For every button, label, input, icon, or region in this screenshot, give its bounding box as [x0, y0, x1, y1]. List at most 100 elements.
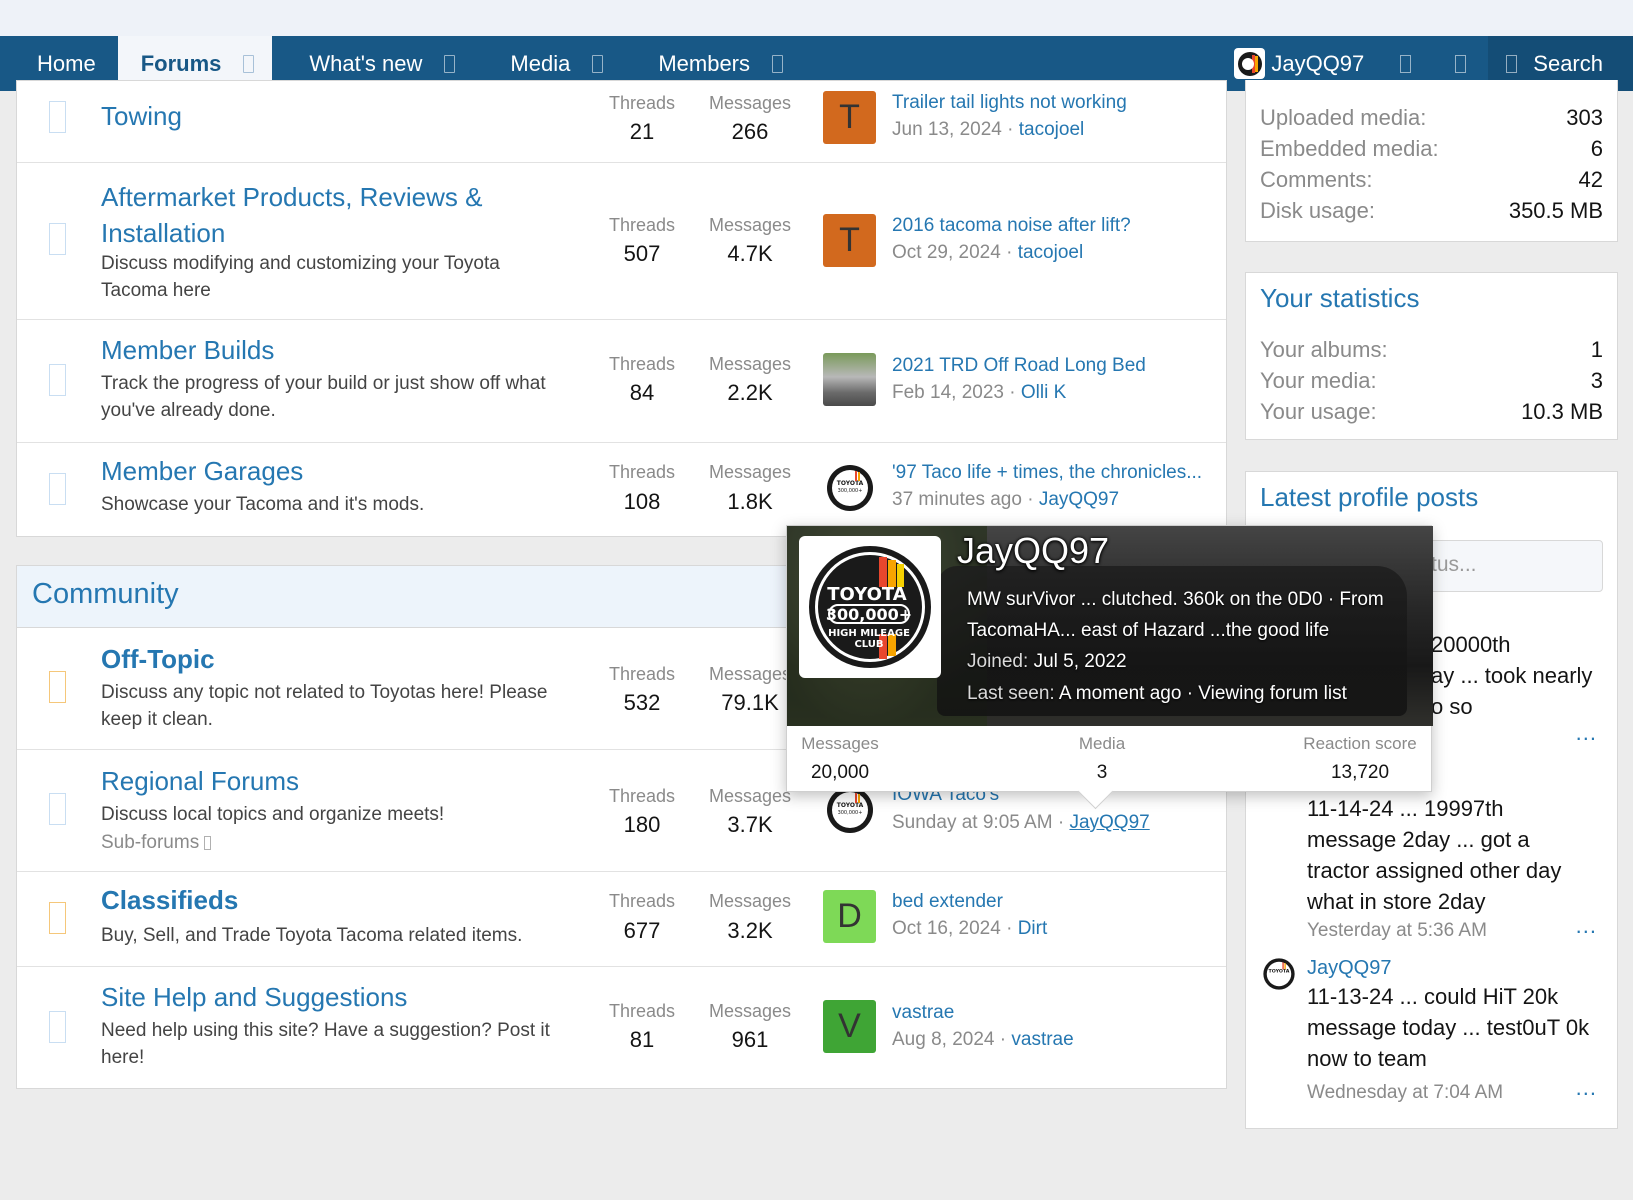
profile-post-line: 20000th: [1431, 632, 1511, 657]
last-post-user[interactable]: Dirt: [1018, 918, 1048, 939]
profile-post-date[interactable]: Wednesday at 7:04 AM: [1307, 1082, 1503, 1104]
forum-title[interactable]: Regional Forums: [101, 763, 299, 799]
threads-count: 84: [629, 380, 655, 405]
badge-text: CLUB: [854, 639, 883, 650]
dropdown-icon[interactable]: [444, 54, 456, 73]
forum-read-icon: [49, 793, 66, 825]
subforums-label: Sub-forums: [101, 832, 200, 853]
forum-node-classifieds: Classifieds Buy, Sell, and Trade Toyota …: [17, 872, 1226, 967]
member-name[interactable]: JayQQ97: [957, 530, 1109, 572]
forum-title[interactable]: Site Help and Suggestions: [101, 979, 407, 1015]
member-stat-reactions[interactable]: Reaction score 13,720: [1295, 734, 1425, 784]
profile-post-date[interactable]: Yesterday at 5:36 AM: [1307, 920, 1487, 942]
forum-title[interactable]: Aftermarket Products, Reviews & Installat…: [101, 179, 482, 251]
member-joined: Joined: Jul 5, 2022: [967, 651, 1127, 673]
forum-node-site-help: Site Help and Suggestions Need help usin…: [17, 967, 1226, 1090]
search-label: Search: [1533, 50, 1603, 76]
forum-title[interactable]: Classifieds: [101, 882, 238, 918]
forum-description: Buy, Sell, and Trade Toyota Tacoma relat…: [101, 925, 523, 946]
member-stat-media[interactable]: Media 3: [1057, 734, 1147, 784]
forum-list-vehicles: Towing Threads 21 Messages 266 T Trailer…: [16, 80, 1227, 537]
threads-label: Threads: [608, 215, 676, 235]
forum-title[interactable]: Member Garages: [101, 453, 303, 489]
category-title: Community: [32, 578, 179, 610]
messages-label: Messages: [708, 664, 792, 684]
messages-label: Messages: [708, 1001, 792, 1021]
last-post-title[interactable]: 2021 TRD Off Road Long Bed: [892, 355, 1146, 377]
threads-count: 108: [623, 489, 661, 514]
threads-count: 81: [629, 1027, 655, 1052]
avatar[interactable]: V: [823, 1000, 876, 1053]
avatar[interactable]: TOYOTA 300,000+: [823, 461, 876, 514]
stat-label: Messages: [801, 734, 879, 753]
more-options-icon[interactable]: ...: [1576, 720, 1597, 746]
more-options-icon[interactable]: ...: [1576, 1075, 1597, 1101]
block-title[interactable]: Your statistics: [1260, 283, 1419, 314]
forum-title-line-2: Installation: [101, 218, 226, 248]
dropdown-icon[interactable]: [772, 54, 784, 73]
avatar[interactable]: D: [823, 890, 876, 943]
member-stat-messages[interactable]: Messages 20,000: [795, 734, 885, 784]
forum-title[interactable]: Off-Topic: [101, 641, 215, 677]
forum-description: Discuss modifying and customizing your T…: [101, 253, 500, 301]
stat-value: 13,720: [1330, 762, 1390, 783]
threads-count: 180: [623, 812, 661, 837]
last-post-date: Oct 29, 2024: [892, 242, 1001, 263]
search-icon: [1506, 54, 1518, 73]
avatar[interactable]: T: [823, 91, 876, 144]
forum-description: Track the progress of your build or just…: [101, 373, 546, 421]
block-title[interactable]: Latest profile posts: [1260, 482, 1478, 513]
forum-title[interactable]: Towing: [101, 98, 182, 134]
media-statistics-block: Uploaded media: 303 Embedded media: 6 Comm…: [1245, 80, 1618, 242]
avatar[interactable]: TOYOTA 300,000+ HIGH MILEAGE CLUB: [799, 536, 941, 678]
last-post-title[interactable]: vastrae: [892, 1002, 954, 1024]
member-stats: Messages 20,000 Media 3 Reaction score 13,7…: [787, 726, 1433, 793]
messages-label: Messages: [708, 891, 792, 911]
stat-label: Reaction score: [1303, 734, 1417, 753]
avatar[interactable]: [823, 353, 876, 406]
stat-value: 350.5 MB: [1508, 198, 1603, 223]
last-post-user[interactable]: JayQQ97: [1039, 489, 1119, 510]
last-post-title[interactable]: 2016 tacoma noise after lift?: [892, 215, 1131, 237]
subforums-toggle[interactable]: Sub-forums: [101, 832, 212, 854]
forum-title-line-1: Aftermarket Products, Reviews &: [101, 182, 483, 212]
last-post-user[interactable]: tacojoel: [1019, 119, 1085, 140]
stat-value: 1: [1590, 337, 1603, 362]
avatar: [1234, 48, 1266, 79]
forum-description: Discuss any topic not related to Toyotas…: [101, 682, 548, 730]
more-options-icon[interactable]: ...: [1576, 913, 1597, 939]
stat-label: Your usage:: [1260, 399, 1377, 424]
stat-label: Uploaded media:: [1260, 105, 1427, 130]
dropdown-icon[interactable]: [592, 54, 604, 73]
messages-count: 79.1K: [721, 690, 779, 715]
threads-count: 677: [623, 918, 661, 943]
avatar[interactable]: T: [823, 214, 876, 267]
threads-label: Threads: [608, 891, 676, 911]
last-post-user[interactable]: Olli K: [1021, 382, 1066, 403]
profile-post-text: 11-14-24 ... 19997th message 2day ... go…: [1307, 796, 1562, 914]
forum-title[interactable]: Member Builds: [101, 332, 274, 368]
messages-label: Messages: [708, 786, 792, 806]
stat-row: Your media: 3: [1260, 368, 1603, 394]
threads-count: 532: [623, 690, 661, 715]
forum-node-aftermarket: Aftermarket Products, Reviews & Installat…: [17, 163, 1226, 320]
last-post-title[interactable]: '97 Taco life + times, the chronicles...: [892, 462, 1202, 484]
last-post-user[interactable]: JayQQ97: [1069, 812, 1149, 833]
stat-value: 6: [1590, 136, 1603, 161]
avatar[interactable]: TOYOTA: [1262, 957, 1296, 991]
last-post-user[interactable]: tacojoel: [1018, 242, 1084, 263]
messages-count: 1.8K: [727, 489, 773, 514]
messages-count: 2.2K: [727, 380, 773, 405]
high-mileage-club-badge: TOYOTA 300,000+ HIGH MILEAGE CLUB: [809, 546, 931, 668]
last-post-date: Feb 14, 2023: [892, 382, 1004, 403]
last-post-title[interactable]: Trailer tail lights not working: [892, 92, 1127, 114]
profile-post-user[interactable]: JayQQ97: [1307, 957, 1391, 980]
forum-read-icon: [49, 1011, 66, 1043]
last-post-user[interactable]: vastrae: [1011, 1029, 1073, 1050]
messages-label: Messages: [708, 215, 792, 235]
last-post-title[interactable]: bed extender: [892, 891, 1003, 913]
last-post-meta: Aug 8, 2024 · vastrae: [892, 1029, 1074, 1050]
stat-row: Comments: 42: [1260, 167, 1603, 193]
dropdown-icon[interactable]: [243, 54, 255, 73]
svg-text:TOYOTA: TOYOTA: [1269, 969, 1290, 975]
